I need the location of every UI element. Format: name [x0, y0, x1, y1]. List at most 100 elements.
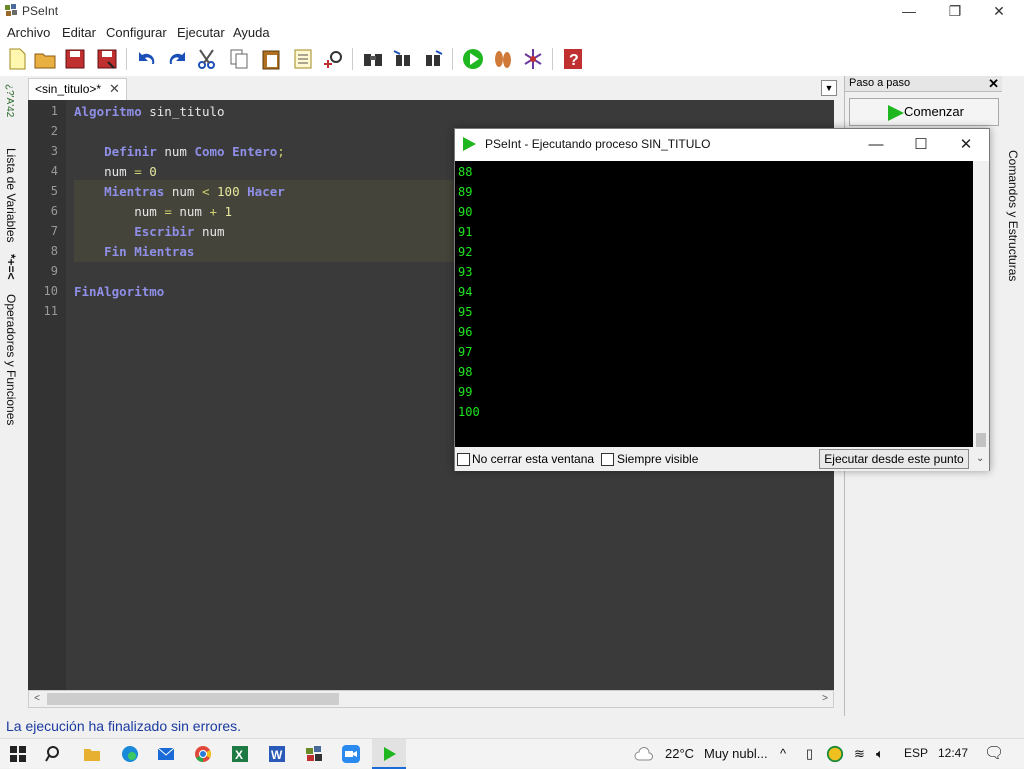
weather-text[interactable]: Muy nubl... [704, 746, 768, 761]
step-by-step-icon[interactable] [490, 46, 516, 72]
code-token: 1 [224, 204, 233, 219]
code-token: sin_titulo [141, 104, 225, 119]
excel-icon[interactable]: X [230, 744, 250, 764]
indent-icon[interactable] [290, 46, 316, 72]
save-icon[interactable] [62, 46, 88, 72]
console-title: PSeInt - Ejecutando proceso SIN_TITULO [485, 137, 711, 151]
cloud-icon [634, 746, 653, 761]
cut-icon[interactable] [194, 46, 220, 72]
console-vertical-scrollbar[interactable]: ⌄ [973, 161, 989, 471]
console-scrollbar-thumb[interactable] [976, 433, 986, 447]
code-token: Fin Mientras [104, 244, 195, 259]
horizontal-scrollbar[interactable]: < > [28, 690, 834, 708]
status-message: La ejecución ha finalizado sin errores. [6, 718, 242, 734]
find-next-icon[interactable] [420, 46, 446, 72]
console-minimize-button[interactable]: — [853, 132, 899, 158]
wifi-icon[interactable]: ≋ [854, 746, 865, 762]
help-icon[interactable]: ? [560, 46, 586, 72]
temperature: 22°C [665, 746, 695, 761]
svg-text:X: X [235, 748, 243, 762]
always-visible-checkbox[interactable] [601, 453, 614, 466]
chrome-icon[interactable] [193, 744, 213, 764]
start-button[interactable]: Comenzar [849, 98, 999, 126]
no-close-checkbox[interactable] [457, 453, 470, 466]
tab-close-icon[interactable]: ✕ [109, 81, 120, 96]
code-token: num [171, 204, 210, 219]
console-output-line: 100 [458, 405, 480, 419]
search-icon[interactable] [320, 46, 346, 72]
code-line: Algoritmo sin_titulo [74, 104, 225, 119]
redo-icon[interactable] [164, 46, 190, 72]
tab-sin-titulo[interactable]: <sin_titulo>* ✕ [28, 78, 127, 100]
console-scroll-down-icon[interactable]: ⌄ [976, 453, 984, 464]
menu-archivo[interactable]: Archivo [7, 25, 50, 40]
volume-icon[interactable]: 🔈︎ [876, 746, 884, 762]
execution-console-window: PSeInt - Ejecutando proceso SIN_TITULO —… [454, 128, 990, 471]
code-token: FinAlgoritmo [74, 284, 165, 299]
operators-functions-tab[interactable]: Operadores y Funciones [4, 294, 18, 425]
word-icon[interactable]: W [267, 744, 287, 764]
step-panel-close-icon[interactable]: ✕ [988, 76, 999, 91]
commands-structures-tab[interactable]: Comandos y Estructuras [1006, 150, 1020, 281]
variables-list-tab[interactable]: Lista de Variables [4, 148, 18, 243]
open-folder-icon[interactable] [32, 46, 58, 72]
code-token: Escribir [134, 224, 195, 239]
run-icon [463, 137, 476, 151]
menu-ayuda[interactable]: Ayuda [233, 25, 270, 40]
scrollbar-thumb[interactable] [47, 693, 339, 705]
always-visible-label: Siempre visible [617, 452, 699, 466]
notifications-icon[interactable]: 🗨︎ [984, 743, 1004, 763]
console-output-line: 95 [458, 305, 473, 319]
line-number: 11 [43, 304, 58, 318]
menu-editar[interactable]: Editar [62, 25, 96, 40]
smiley-icon[interactable] [826, 745, 844, 763]
file-explorer-icon[interactable] [82, 744, 102, 764]
clock[interactable]: 12:47 [938, 746, 968, 760]
undo-icon[interactable] [134, 46, 160, 72]
save-as-icon[interactable] [94, 46, 120, 72]
menu-ejecutar[interactable]: Ejecutar [177, 25, 225, 40]
no-close-label: No cerrar esta ventana [472, 452, 595, 466]
new-file-icon[interactable] [4, 46, 30, 72]
console-output-line: 93 [458, 265, 473, 279]
scroll-left-icon[interactable]: < [29, 691, 45, 707]
copy-icon[interactable] [226, 46, 252, 72]
operators-glyph-icon: *+=< [4, 254, 18, 280]
run-icon[interactable] [460, 46, 486, 72]
code-line: num = num + 1 [74, 204, 232, 219]
console-maximize-button[interactable]: ☐ [898, 132, 944, 158]
pseint-run-taskbar-icon[interactable] [379, 744, 399, 764]
code-token: 0 [149, 164, 157, 179]
close-button[interactable]: ✕ [976, 0, 1022, 22]
zoom-icon[interactable] [341, 744, 361, 764]
flowchart-icon[interactable] [520, 46, 546, 72]
windows-start-icon[interactable] [8, 744, 28, 764]
tab-list-dropdown[interactable]: ▼ [821, 80, 837, 96]
line-number: 10 [43, 284, 58, 298]
svg-text:W: W [271, 748, 283, 762]
find-icon[interactable] [360, 46, 386, 72]
paste-icon[interactable] [258, 46, 284, 72]
code-token: = [134, 164, 142, 179]
console-close-button[interactable]: ✕ [943, 132, 989, 158]
run-from-here-button[interactable]: Ejecutar desde este punto [819, 449, 969, 469]
code-token: Definir [104, 144, 157, 159]
left-side-panel: ¿?'A'42 Lista de Variables *+=< Operador… [0, 76, 24, 716]
windows-taskbar: X W 22°C Muy nubl... ^ ▯ ≋ 🔈︎ ESP 12:47 … [0, 738, 1024, 769]
maximize-button[interactable]: ❐ [932, 0, 978, 22]
search-icon[interactable] [44, 744, 64, 764]
language-indicator[interactable]: ESP [904, 746, 928, 760]
chevron-up-icon[interactable]: ^ [780, 746, 786, 761]
line-number: 7 [50, 224, 58, 238]
pseint-taskbar-icon[interactable] [304, 744, 324, 764]
device-icon[interactable]: ▯ [806, 746, 813, 762]
menu-configurar[interactable]: Configurar [106, 25, 167, 40]
minimize-button[interactable]: — [886, 0, 932, 22]
find-previous-icon[interactable] [390, 46, 416, 72]
mail-icon[interactable] [156, 744, 176, 764]
scroll-right-icon[interactable]: > [817, 691, 833, 707]
edge-icon[interactable] [120, 744, 140, 764]
code-line: num = 0 [74, 164, 157, 179]
